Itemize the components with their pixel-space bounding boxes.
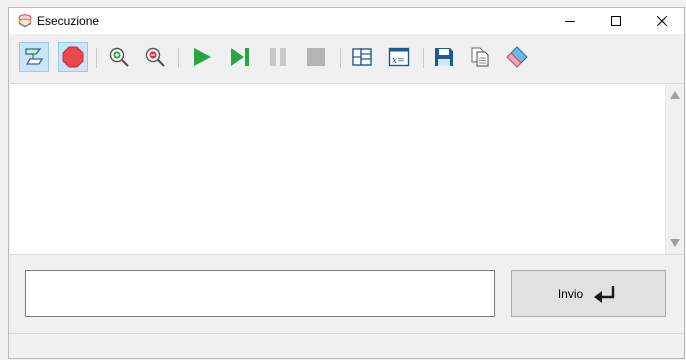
close-icon <box>657 16 667 26</box>
step-forward-button[interactable] <box>225 42 255 72</box>
copy-document-icon <box>471 47 489 67</box>
pause-button[interactable] <box>263 42 293 72</box>
minimize-button[interactable] <box>547 8 593 34</box>
variables-x-equals-icon: x= <box>388 47 410 67</box>
send-button-label: Invio <box>557 286 584 301</box>
copy-button[interactable] <box>465 42 495 72</box>
save-button[interactable] <box>429 42 459 72</box>
command-input[interactable] <box>25 270 495 317</box>
scroll-down-arrow-icon[interactable] <box>670 239 680 247</box>
zoom-out-icon <box>145 47 165 67</box>
send-button[interactable]: Invio <box>511 270 666 317</box>
enter-return-icon <box>594 285 615 303</box>
execution-window: Esecuzione x= Invio <box>8 7 685 359</box>
stop-octagon-icon <box>62 46 84 68</box>
save-floppy-icon <box>435 48 453 66</box>
zoom-in-icon <box>109 47 129 67</box>
step-forward-icon <box>231 48 249 66</box>
toolbar-separator <box>178 48 179 68</box>
run-button[interactable] <box>187 42 217 72</box>
minimize-icon <box>565 21 575 22</box>
variables-button[interactable]: x= <box>384 42 414 72</box>
status-bar <box>9 334 684 358</box>
zoom-out-button[interactable] <box>140 42 170 72</box>
window-title: Esecuzione <box>37 14 100 28</box>
scroll-up-arrow-icon[interactable] <box>670 91 680 99</box>
flowchart-shape-icon <box>25 48 44 65</box>
stop-button[interactable] <box>301 42 331 72</box>
app-icon <box>18 14 32 28</box>
toolbar: x= <box>9 38 684 78</box>
maximize-icon <box>611 16 621 26</box>
zoom-in-button[interactable] <box>104 42 134 72</box>
pause-icon <box>270 48 286 66</box>
layout-panels-icon <box>352 48 372 66</box>
variables-glyph: x= <box>392 56 405 66</box>
close-button[interactable] <box>639 8 685 34</box>
title-bar: Esecuzione <box>9 8 684 34</box>
eraser-icon <box>506 46 528 68</box>
toolbar-separator <box>423 48 424 68</box>
toolbar-separator <box>340 48 341 68</box>
flowchart-mode-button[interactable] <box>19 42 49 72</box>
clear-button[interactable] <box>502 42 532 72</box>
layout-button[interactable] <box>347 42 377 72</box>
toolbar-separator <box>96 48 97 68</box>
stop-execution-button[interactable] <box>58 42 88 72</box>
vertical-scrollbar[interactable] <box>665 84 683 254</box>
play-icon <box>194 48 211 66</box>
output-area[interactable] <box>10 83 683 255</box>
maximize-button[interactable] <box>593 8 639 34</box>
stop-icon <box>307 48 325 66</box>
